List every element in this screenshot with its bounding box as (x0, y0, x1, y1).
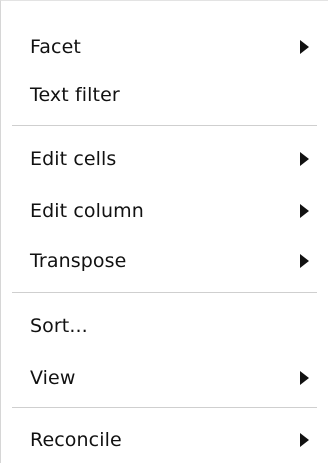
submenu-arrow-icon (298, 39, 310, 55)
menu-separator (12, 407, 317, 408)
menu-item-facet[interactable]: Facet (12, 27, 316, 67)
menu-item-label: Edit column (30, 200, 144, 222)
menu-item-text-filter[interactable]: Text filter (12, 75, 316, 115)
submenu-arrow-icon (298, 253, 310, 269)
menu-item-label: Text filter (30, 84, 120, 106)
menu-item-label: Reconcile (30, 429, 122, 451)
submenu-arrow-icon (298, 370, 310, 386)
menu-item-label: View (30, 367, 76, 389)
menu-item-reconcile[interactable]: Reconcile (12, 420, 316, 460)
menu-item-label: Transpose (30, 250, 127, 272)
menu-item-sort[interactable]: Sort... (12, 306, 316, 346)
menu-item-label: Edit cells (30, 148, 117, 170)
menu-item-label: Facet (30, 36, 81, 58)
menu-item-label: Sort... (30, 315, 88, 337)
submenu-arrow-icon (298, 432, 310, 448)
menu-item-view[interactable]: View (12, 358, 316, 398)
menu-separator (12, 125, 317, 126)
menu-item-edit-column[interactable]: Edit column (12, 191, 316, 231)
menu-item-transpose[interactable]: Transpose (12, 241, 316, 281)
menu-item-edit-cells[interactable]: Edit cells (12, 139, 316, 179)
submenu-arrow-icon (298, 203, 310, 219)
menu-separator (12, 292, 317, 293)
submenu-arrow-icon (298, 151, 310, 167)
column-context-menu: Facet Text filter Edit cells Edit column… (0, 0, 328, 463)
